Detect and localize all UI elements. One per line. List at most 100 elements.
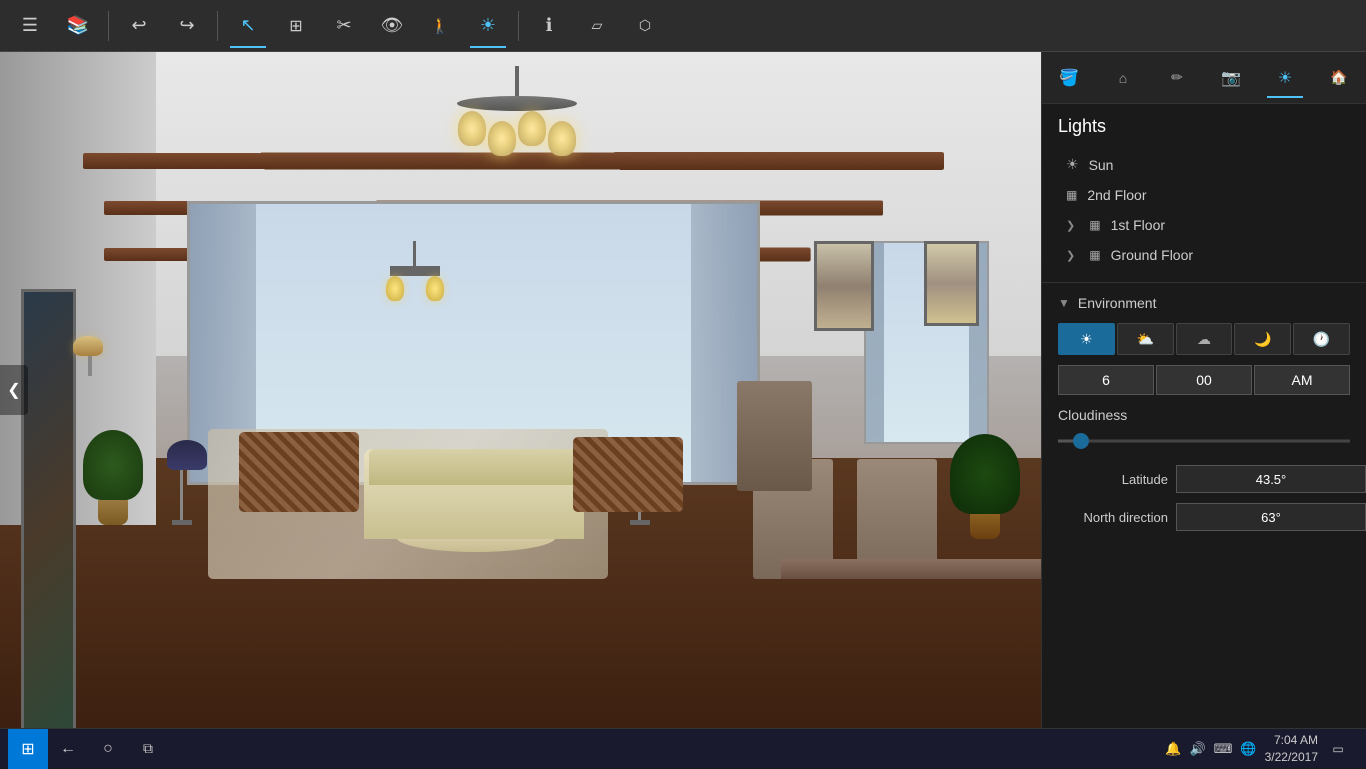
arrange-button[interactable]: ⊞ — [274, 4, 318, 48]
2nd-floor-icon: ▦ — [1066, 188, 1077, 202]
start-button[interactable]: ⊞ — [8, 729, 48, 769]
main-content: ❮ 🪣 ⌂ ✏ 📷 ☀ 🏠 — [0, 52, 1366, 728]
panel-decorate-button[interactable]: ✏ — [1157, 56, 1197, 100]
show-desktop-button[interactable]: ▭ — [1318, 729, 1358, 769]
ground-floor-expand-arrow: ❯ — [1066, 249, 1075, 262]
network-icon[interactable]: 🌐 — [1240, 741, 1256, 757]
night-icon: 🌙 — [1254, 331, 1271, 348]
undo-icon: ↩ — [131, 15, 146, 36]
select-button[interactable]: ↖ — [226, 4, 270, 48]
decorate-icon: ✏ — [1171, 69, 1183, 86]
env-collapse-icon: ▼ — [1058, 296, 1070, 310]
taskbar: ⊞ ← ○ ⧉ 🔔 🔊 ⌨ 🌐 7:04 AM 3/22/2017 ▭ — [0, 728, 1366, 768]
light-item-ground-floor[interactable]: ❯ ▦ Ground Floor — [1058, 240, 1350, 270]
time-period-box[interactable]: AM — [1254, 365, 1350, 395]
library-icon: 📚 — [67, 15, 89, 36]
dining-chair-3 — [737, 381, 812, 491]
panel-paint-button[interactable]: 🪣 — [1049, 56, 1089, 100]
env-time-row: ☀ ⛅ ☁ 🌙 🕐 — [1058, 323, 1350, 355]
cube-icon: ⬡ — [639, 17, 651, 34]
cut-button[interactable]: ✂ — [322, 4, 366, 48]
nav-arrow-left[interactable]: ❮ — [0, 365, 28, 415]
latitude-label: Latitude — [1058, 472, 1168, 487]
toolbar-separator-3 — [518, 11, 519, 41]
info-button[interactable]: ℹ — [527, 4, 571, 48]
keyboard-icon[interactable]: ⌨ — [1214, 741, 1233, 757]
view-button[interactable]: 👁 — [370, 4, 414, 48]
chandelier-arms — [447, 111, 587, 156]
panel-camera-button[interactable]: 📷 — [1211, 56, 1251, 100]
slider-thumb[interactable] — [1073, 433, 1089, 449]
plant-pot-left — [98, 500, 128, 525]
plant-leaves-left — [83, 430, 143, 500]
select-icon: ↖ — [240, 15, 255, 36]
env-clear-btn[interactable]: ☀ — [1058, 323, 1115, 355]
library-button[interactable]: 📚 — [56, 4, 100, 48]
frame-button[interactable]: ▱ — [575, 4, 619, 48]
cloudiness-slider[interactable] — [1058, 431, 1350, 451]
environment-header[interactable]: ▼ Environment — [1058, 295, 1350, 311]
time-input-row: 6 00 AM — [1058, 365, 1350, 395]
env-cloudy-btn[interactable]: ☁ — [1176, 323, 1233, 355]
light-item-sun[interactable]: ☀ Sun — [1058, 149, 1350, 180]
lamp-base-right — [630, 520, 650, 525]
panel-build-button[interactable]: ⌂ — [1103, 56, 1143, 100]
top-toolbar: ☰ 📚 ↩ ↪ ↖ ⊞ ✂ 👁 🚶 ☀ ℹ ▱ ⬡ — [0, 0, 1366, 52]
time-hour-box[interactable]: 6 — [1058, 365, 1154, 395]
panel-sun-button[interactable]: ☀ — [1265, 56, 1305, 100]
env-clock-btn[interactable]: 🕐 — [1293, 323, 1350, 355]
light-item-1st-floor[interactable]: ❯ ▦ 1st Floor — [1058, 210, 1350, 240]
start-icon: ⊞ — [21, 739, 34, 759]
floor-lamp-left — [167, 440, 197, 525]
panel-house-button[interactable]: 🏠 — [1319, 56, 1359, 100]
search-button[interactable]: ○ — [88, 729, 128, 769]
toolbar-separator-1 — [108, 11, 109, 41]
light-item-2nd-floor[interactable]: ▦ 2nd Floor — [1058, 180, 1350, 210]
cube-button[interactable]: ⬡ — [623, 4, 667, 48]
task-view-button[interactable]: ⧉ — [128, 729, 168, 769]
walk-icon: 🚶 — [431, 17, 450, 35]
redo-icon: ↪ — [179, 15, 194, 36]
sun-light-icon: ☀ — [1066, 156, 1079, 173]
undo-button[interactable]: ↩ — [117, 4, 161, 48]
latitude-row: Latitude − + — [1058, 465, 1350, 493]
1st-floor-label: 1st Floor — [1111, 217, 1165, 233]
wall-art-1-inner — [24, 292, 73, 728]
plant-pot-right — [970, 514, 1000, 539]
lights-section: Lights ☀ Sun ▦ 2nd Floor ❯ ▦ 1st Floor — [1042, 104, 1366, 282]
wall-art-2 — [814, 241, 874, 331]
taskbar-clock[interactable]: 7:04 AM 3/22/2017 — [1265, 732, 1318, 766]
eye-icon: 👁 — [381, 15, 404, 36]
dining-table — [781, 559, 1041, 579]
fixture-base — [390, 266, 440, 276]
sun-button[interactable]: ☀ — [466, 4, 510, 48]
panel-sun-icon: ☀ — [1278, 68, 1292, 88]
arrange-icon: ⊞ — [289, 16, 302, 36]
toolbar-separator-2 — [217, 11, 218, 41]
walk-button[interactable]: 🚶 — [418, 4, 462, 48]
slider-track — [1058, 440, 1350, 443]
latitude-input[interactable] — [1176, 465, 1366, 493]
ground-floor-label: Ground Floor — [1111, 247, 1193, 263]
env-night-btn[interactable]: 🌙 — [1234, 323, 1291, 355]
env-partly-cloudy-btn[interactable]: ⛅ — [1117, 323, 1174, 355]
environment-title: Environment — [1078, 295, 1157, 311]
fixture-rod — [413, 241, 416, 266]
fixture-lights — [375, 276, 455, 301]
notification-icon[interactable]: 🔔 — [1165, 741, 1181, 757]
time-minute-box[interactable]: 00 — [1156, 365, 1252, 395]
viewport: ❮ — [0, 52, 1041, 728]
back-button[interactable]: ← — [48, 729, 88, 769]
chandelier-rod — [515, 66, 519, 96]
wall-sconce — [73, 336, 108, 376]
panel-scroll[interactable]: Lights ☀ Sun ▦ 2nd Floor ❯ ▦ 1st Floor — [1042, 104, 1366, 728]
chair-left — [239, 432, 359, 512]
2nd-floor-label: 2nd Floor — [1087, 187, 1146, 203]
north-direction-input[interactable] — [1176, 503, 1366, 531]
search-icon: ○ — [103, 740, 113, 758]
lamp-base-left — [172, 520, 192, 525]
volume-icon[interactable]: 🔊 — [1189, 741, 1205, 757]
redo-button[interactable]: ↪ — [165, 4, 209, 48]
cloudiness-label: Cloudiness — [1058, 407, 1350, 423]
menu-button[interactable]: ☰ — [8, 4, 52, 48]
